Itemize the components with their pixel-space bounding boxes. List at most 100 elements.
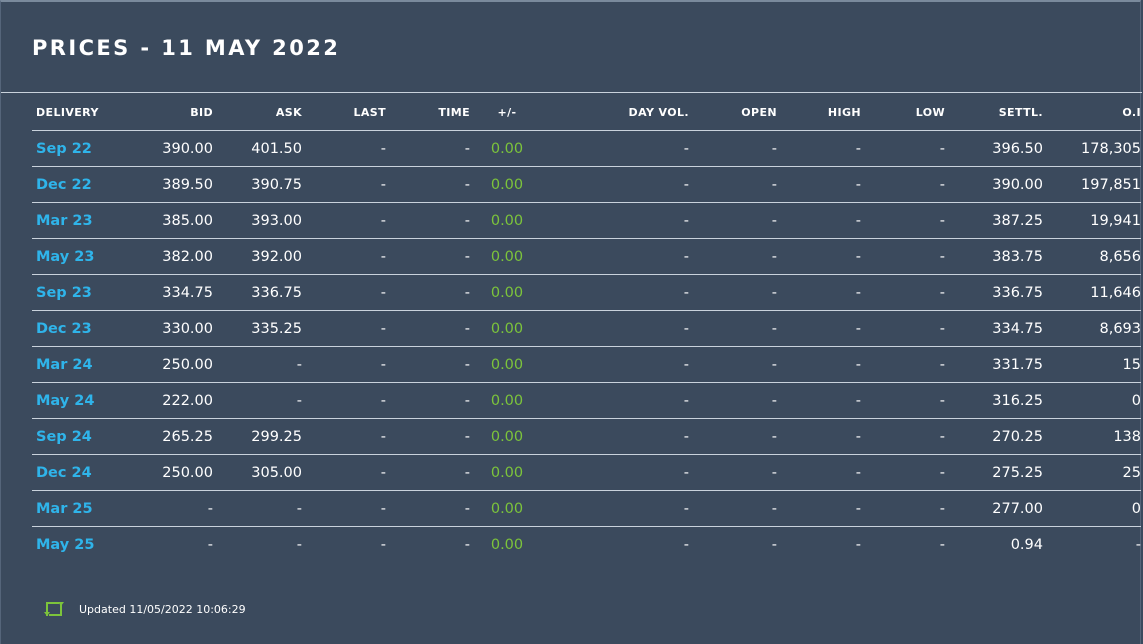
cell-low: - bbox=[861, 418, 945, 455]
cell-oi: 0 bbox=[1043, 382, 1141, 419]
cell-last: - bbox=[302, 346, 386, 383]
delivery-link[interactable]: Sep 24 bbox=[36, 429, 92, 445]
cell-open: - bbox=[689, 238, 777, 275]
cell-open: - bbox=[689, 166, 777, 203]
cell-delivery: Sep 24 bbox=[32, 418, 127, 455]
cell-change: 0.00 bbox=[470, 166, 544, 203]
cell-last: - bbox=[302, 130, 386, 167]
cell-change: 0.00 bbox=[470, 274, 544, 311]
delivery-link[interactable]: Dec 23 bbox=[36, 321, 92, 337]
cell-delivery: Mar 25 bbox=[32, 490, 127, 527]
cell-time: - bbox=[386, 454, 470, 491]
cell-ask: 336.75 bbox=[213, 274, 302, 311]
cell-change: 0.00 bbox=[470, 310, 544, 347]
cell-last: - bbox=[302, 382, 386, 419]
cell-settl: 387.25 bbox=[945, 202, 1043, 239]
delivery-link[interactable]: Mar 25 bbox=[36, 501, 93, 517]
cell-change: 0.00 bbox=[470, 490, 544, 527]
cell-time: - bbox=[386, 382, 470, 419]
delivery-link[interactable]: Sep 23 bbox=[36, 285, 92, 301]
table-row: Dec 24 250.00 305.00- -0.00- - - -275.25 25 bbox=[32, 454, 1141, 491]
change-value: 0.00 bbox=[490, 428, 524, 445]
cell-bid: 385.00 bbox=[127, 202, 213, 239]
cell-bid: 382.00 bbox=[127, 238, 213, 275]
cell-delivery: Mar 24 bbox=[32, 346, 127, 383]
cell-settl: 277.00 bbox=[945, 490, 1043, 527]
delivery-link[interactable]: Dec 22 bbox=[36, 177, 92, 193]
cell-settl: 275.25 bbox=[945, 454, 1043, 491]
cell-last: - bbox=[302, 418, 386, 455]
cell-change: 0.00 bbox=[470, 238, 544, 275]
cell-settl: 390.00 bbox=[945, 166, 1043, 203]
change-value: 0.00 bbox=[490, 500, 524, 517]
cell-day-vol: - bbox=[544, 166, 689, 203]
cell-delivery: May 23 bbox=[32, 238, 127, 275]
cell-day-vol: - bbox=[544, 346, 689, 383]
cell-bid: 334.75 bbox=[127, 274, 213, 311]
cell-ask: 393.00 bbox=[213, 202, 302, 239]
delivery-link[interactable]: Sep 22 bbox=[36, 141, 92, 157]
cell-delivery: Dec 22 bbox=[32, 166, 127, 203]
col-header-day-vol: DAY VOL. bbox=[544, 94, 689, 131]
table-header-row: DELIVERY BID ASK LAST TIME +/- DAY VOL. … bbox=[32, 94, 1141, 131]
cell-open: - bbox=[689, 274, 777, 311]
cell-time: - bbox=[386, 346, 470, 383]
cell-time: - bbox=[464, 536, 470, 553]
cell-day-vol: - bbox=[544, 238, 689, 275]
cell-high: - bbox=[777, 346, 861, 383]
delivery-link[interactable]: Dec 24 bbox=[36, 465, 92, 481]
cell-low: - bbox=[861, 490, 945, 527]
col-header-change: +/- bbox=[470, 94, 544, 131]
prices-table: DELIVERY BID ASK LAST TIME +/- DAY VOL. … bbox=[32, 94, 1141, 562]
col-header-settl: SETTL. bbox=[945, 94, 1043, 131]
refresh-icon[interactable] bbox=[43, 599, 65, 619]
table-row: Sep 22 390.00 401.50- -0.00- - - -396.50 178,30… bbox=[32, 130, 1141, 167]
cell-last: - bbox=[302, 166, 386, 203]
cell-settl: 396.50 bbox=[945, 130, 1043, 167]
cell-time: - bbox=[386, 310, 470, 347]
cell-high: - bbox=[777, 418, 861, 455]
change-value: 0.00 bbox=[490, 320, 524, 337]
cell-high: - bbox=[777, 130, 861, 167]
cell-settl: 336.75 bbox=[945, 274, 1043, 311]
cell-oi: 8,693 bbox=[1043, 310, 1141, 347]
cell-bid: - bbox=[207, 536, 213, 553]
cell-day-vol: - bbox=[544, 130, 689, 167]
cell-low: - bbox=[939, 536, 945, 553]
delivery-link[interactable]: May 23 bbox=[36, 249, 94, 265]
delivery-link[interactable]: Mar 23 bbox=[36, 213, 93, 229]
cell-ask: - bbox=[213, 382, 302, 419]
cell-settl: 334.75 bbox=[945, 310, 1043, 347]
col-header-open: OPEN bbox=[689, 94, 777, 131]
cell-high: - bbox=[777, 454, 861, 491]
prices-table-body: Sep 22 390.00 401.50- -0.00- - - -396.50 178,30… bbox=[32, 130, 1141, 563]
cell-last: - bbox=[302, 238, 386, 275]
cell-time: - bbox=[386, 274, 470, 311]
table-row: Sep 23 334.75 336.75- -0.00- - - -336.75 11,646 bbox=[32, 274, 1141, 311]
change-value: 0.00 bbox=[490, 356, 524, 373]
cell-open: - bbox=[689, 130, 777, 167]
delivery-link[interactable]: May 25 bbox=[36, 537, 94, 553]
change-value: 0.00 bbox=[490, 284, 524, 301]
change-value: 0.00 bbox=[490, 392, 524, 409]
cell-ask: - bbox=[213, 490, 302, 527]
table-row: May 25 - - - - 0.00 - - - - 0.94 - bbox=[32, 527, 1141, 563]
cell-bid: 250.00 bbox=[127, 454, 213, 491]
cell-last: - bbox=[302, 490, 386, 527]
change-value: 0.00 bbox=[490, 536, 524, 553]
col-header-delivery: DELIVERY bbox=[32, 94, 127, 131]
cell-ask: 299.25 bbox=[213, 418, 302, 455]
cell-time: - bbox=[386, 418, 470, 455]
delivery-link[interactable]: May 24 bbox=[36, 393, 94, 409]
cell-bid: 389.50 bbox=[127, 166, 213, 203]
cell-high: - bbox=[777, 382, 861, 419]
cell-open: - bbox=[771, 536, 777, 553]
cell-high: - bbox=[777, 310, 861, 347]
delivery-link[interactable]: Mar 24 bbox=[36, 357, 93, 373]
cell-time: - bbox=[386, 130, 470, 167]
cell-low: - bbox=[861, 382, 945, 419]
cell-low: - bbox=[861, 238, 945, 275]
col-header-ask: ASK bbox=[213, 94, 302, 131]
cell-last: - bbox=[302, 202, 386, 239]
cell-ask: 335.25 bbox=[213, 310, 302, 347]
